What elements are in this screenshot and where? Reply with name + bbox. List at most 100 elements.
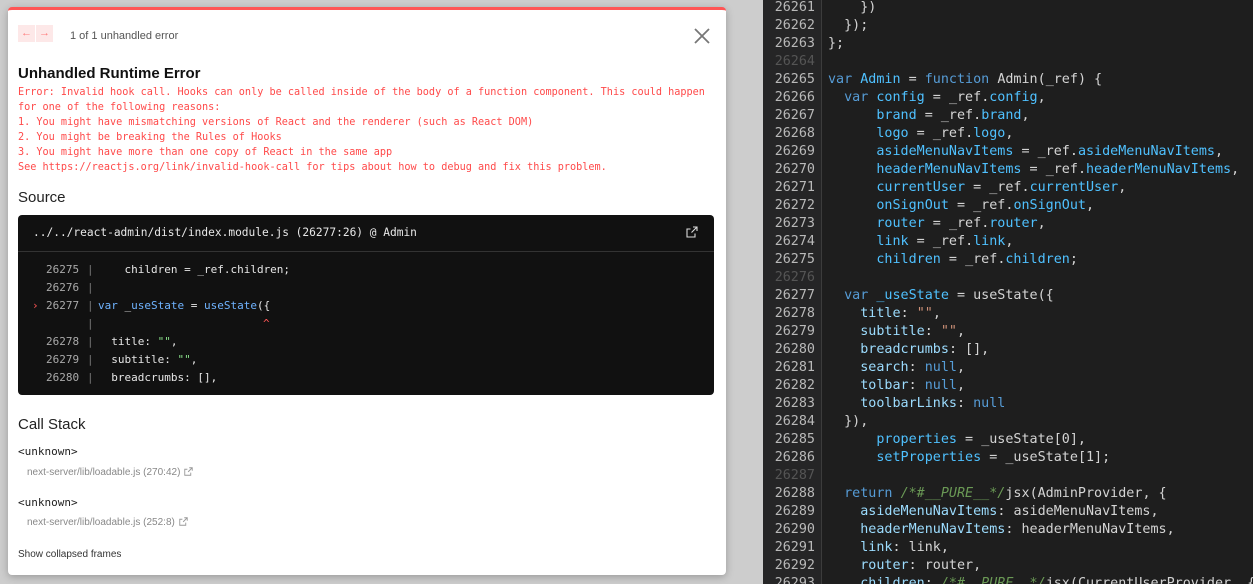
editor-line[interactable]: 26283 toolbarLinks: null: [763, 395, 1253, 413]
editor-line[interactable]: 26290 headerMenuNavItems: headerMenuNavI…: [763, 521, 1253, 539]
line-number: 26293: [763, 575, 821, 584]
prev-error-button[interactable]: ←: [18, 25, 35, 42]
editor-line[interactable]: 26277 var _useState = useState({: [763, 287, 1253, 305]
stack-frame-function: <unknown>: [18, 496, 78, 509]
editor-line[interactable]: 26270 headerMenuNavItems = _ref.headerMe…: [763, 161, 1253, 179]
stack-frame-file[interactable]: next-server/lib/loadable.js (252:8): [27, 517, 188, 528]
line-code: link: link,: [860, 540, 949, 555]
gutter-divider: [821, 269, 822, 287]
line-number: 26275: [763, 251, 821, 269]
editor-line[interactable]: 26276: [763, 269, 1253, 287]
source-code-frame: ../../react-admin/dist/index.module.js (…: [18, 215, 714, 395]
next-error-button[interactable]: →: [36, 25, 53, 42]
editor-line[interactable]: 26280 breadcrumbs: [],: [763, 341, 1253, 359]
editor-line[interactable]: 26284 }),: [763, 413, 1253, 431]
external-link-icon[interactable]: [179, 517, 188, 526]
line-number: 26286: [763, 449, 821, 467]
editor-line[interactable]: 26271 currentUser = _ref.currentUser,: [763, 179, 1253, 197]
editor-line[interactable]: 26285 properties = _useState[0],: [763, 431, 1253, 449]
editor-line[interactable]: 26282 tolbar: null,: [763, 377, 1253, 395]
source-file-path[interactable]: ../../react-admin/dist/index.module.js (…: [33, 226, 417, 239]
source-line: 26279 | subtitle: "",: [18, 351, 714, 369]
line-number: 26281: [763, 359, 821, 377]
editor-line[interactable]: 26272 onSignOut = _ref.onSignOut,: [763, 197, 1253, 215]
editor-line[interactable]: 26291 link: link,: [763, 539, 1253, 557]
editor-line[interactable]: 26281 search: null,: [763, 359, 1253, 377]
editor-line[interactable]: 26273 router = _ref.router,: [763, 215, 1253, 233]
gutter-divider: [821, 323, 822, 341]
source-line: 26280 | breadcrumbs: [],: [18, 369, 714, 387]
source-line-code: children = _ref.children;: [98, 263, 291, 276]
gutter-divider: [821, 359, 822, 377]
error-count: 1 of 1 unhandled error: [70, 30, 179, 42]
line-number: 26283: [763, 395, 821, 413]
gutter-divider: [821, 233, 822, 251]
error-message-line: 1. You might have mismatching versions o…: [18, 117, 534, 128]
gutter-divider: [821, 71, 822, 89]
editor-line[interactable]: 26265 var Admin = function Admin(_ref) {: [763, 71, 1253, 89]
editor-line[interactable]: 26268 logo = _ref.logo,: [763, 125, 1253, 143]
line-code: properties = _useState[0],: [876, 432, 1086, 447]
line-code: asideMenuNavItems = _ref.asideMenuNavIte…: [876, 144, 1224, 159]
stack-frame-file-path[interactable]: next-server/lib/loadable.js (252:8): [27, 517, 175, 528]
editor-line[interactable]: 26261 }): [763, 0, 1253, 17]
line-number: 26285: [763, 431, 821, 449]
source-heading: Source: [18, 189, 66, 206]
gutter-divider: [821, 377, 822, 395]
editor-line[interactable]: 26264: [763, 53, 1253, 71]
line-code: breadcrumbs: [],: [860, 342, 990, 357]
editor-line[interactable]: 26266 var config = _ref.config,: [763, 89, 1253, 107]
line-number: 26274: [763, 233, 821, 251]
call-stack-heading: Call Stack: [18, 416, 86, 433]
gutter-divider: [821, 557, 822, 575]
line-code: asideMenuNavItems: asideMenuNavItems,: [860, 504, 1159, 519]
source-line-bar: |: [87, 299, 94, 312]
editor-line[interactable]: 26286 setProperties = _useState[1];: [763, 449, 1253, 467]
editor-line[interactable]: 26275 children = _ref.children;: [763, 251, 1253, 269]
editor-line[interactable]: 26289 asideMenuNavItems: asideMenuNavIte…: [763, 503, 1253, 521]
code-editor[interactable]: 26261 }) 26262 }); 26263}; 26264 26265 var Ad…: [763, 0, 1253, 584]
gutter-divider: [821, 161, 822, 179]
line-code: headerMenuNavItems: headerMenuNavItems,: [860, 522, 1175, 537]
editor-line[interactable]: 26263};: [763, 35, 1253, 53]
source-line-code: title: "",: [98, 335, 178, 348]
gutter-divider: [821, 575, 822, 584]
source-line-highlighted: › 26277 | var _useState = useState({: [18, 297, 714, 315]
show-collapsed-frames-button[interactable]: Show collapsed frames: [18, 549, 121, 560]
gutter-divider: [821, 521, 822, 539]
source-line-bar: |: [87, 317, 94, 330]
line-code: link = _ref.link,: [876, 234, 1014, 249]
close-icon[interactable]: [692, 26, 712, 46]
external-link-icon[interactable]: [184, 467, 194, 476]
line-number: 26290: [763, 521, 821, 539]
gutter-divider: [821, 485, 822, 503]
editor-line[interactable]: 26292 router: router,: [763, 557, 1253, 575]
line-number: 26273: [763, 215, 821, 233]
line-code: children = _ref.children;: [876, 252, 1078, 267]
editor-line[interactable]: 26262 });: [763, 17, 1253, 35]
gutter-divider: [821, 467, 822, 485]
editor-line[interactable]: 26288 return /*#__PURE__*/jsx(AdminProvi…: [763, 485, 1253, 503]
editor-line[interactable]: 26269 asideMenuNavItems = _ref.asideMenu…: [763, 143, 1253, 161]
line-number: 26292: [763, 557, 821, 575]
line-code: onSignOut = _ref.onSignOut,: [876, 198, 1095, 213]
gutter-divider: [821, 503, 822, 521]
editor-line[interactable]: 26267 brand = _ref.brand,: [763, 107, 1253, 125]
gutter-divider: [821, 179, 822, 197]
error-message-line: 3. You might have more than one copy of …: [18, 147, 393, 158]
editor-line[interactable]: 26279 subtitle: "",: [763, 323, 1253, 341]
stack-frame-file[interactable]: next-server/lib/loadable.js (270:42): [27, 467, 194, 478]
stack-frame-file-path[interactable]: next-server/lib/loadable.js (270:42): [27, 467, 180, 478]
open-in-editor-icon[interactable]: [686, 226, 698, 238]
line-code: router: router,: [860, 558, 982, 573]
gutter-divider: [821, 341, 822, 359]
editor-line[interactable]: 26287: [763, 467, 1253, 485]
line-code: var Admin = function Admin(_ref) {: [828, 72, 1103, 87]
editor-line[interactable]: 26278 title: "",: [763, 305, 1253, 323]
editor-line[interactable]: 26293 children: /*#__PURE__*/jsx(Current…: [763, 575, 1253, 584]
gutter-divider: [821, 413, 822, 431]
source-line-number: 26278: [46, 335, 80, 348]
divider: [18, 251, 714, 252]
line-number: 26287: [763, 467, 821, 485]
editor-line[interactable]: 26274 link = _ref.link,: [763, 233, 1253, 251]
